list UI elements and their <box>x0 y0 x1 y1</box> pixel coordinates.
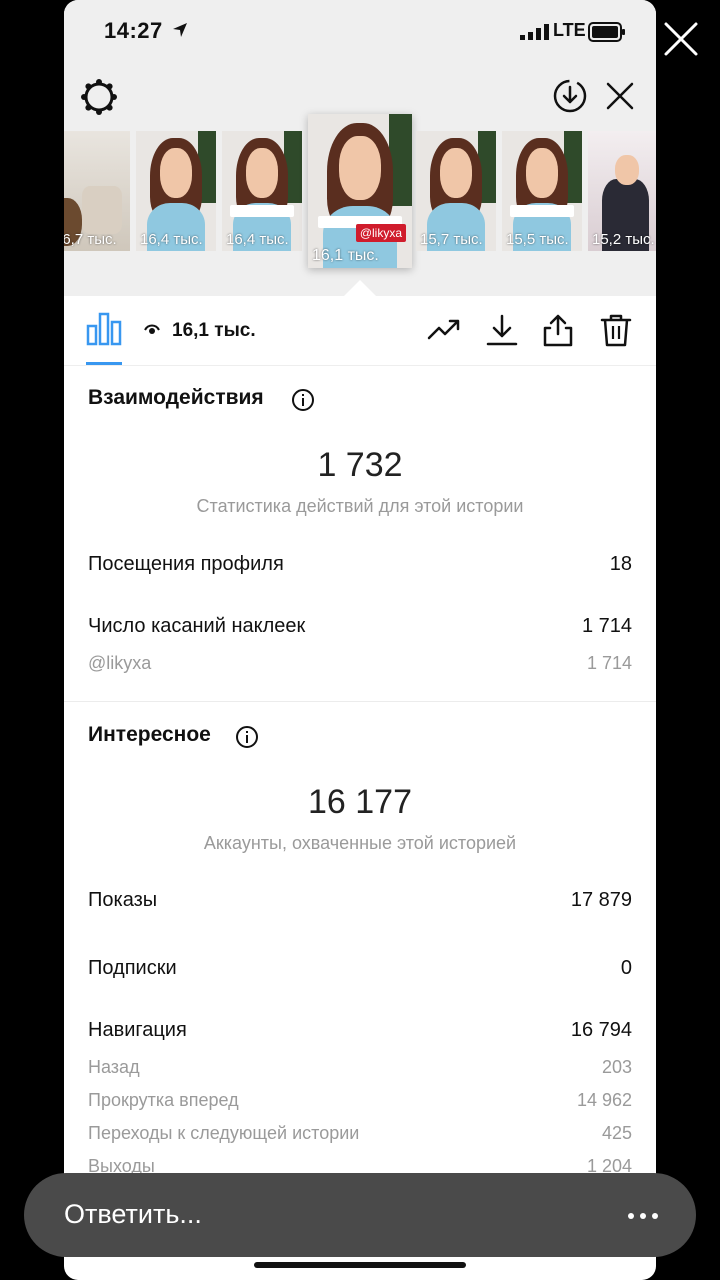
discovery-total: 16 177 <box>308 783 412 821</box>
navigation-label: Навигация <box>88 1019 187 1041</box>
thumbnail-views: 15,7 тыс. <box>420 231 483 248</box>
trending-icon[interactable] <box>426 312 462 348</box>
interactions-total: 1 732 <box>317 446 403 484</box>
story-thumbnail-active[interactable]: @likyxa 16,1 тыс. <box>308 114 412 268</box>
signal-icon <box>520 24 549 40</box>
story-thumbnail[interactable]: 16,4 тыс. <box>222 131 302 251</box>
follows-label: Подписки <box>88 957 177 979</box>
follows-value: 0 <box>620 957 632 979</box>
share-icon[interactable] <box>540 312 576 348</box>
settings-gear-icon[interactable] <box>80 78 118 116</box>
story-views-count: 16,1 тыс. <box>172 320 256 341</box>
info-icon[interactable] <box>235 725 259 749</box>
story-thumbnail[interactable]: 15,7 тыс. <box>416 131 496 251</box>
reply-bar[interactable]: Ответить... <box>24 1173 696 1257</box>
outer-close-icon[interactable] <box>660 18 702 60</box>
mention-sticker: @likyxa <box>355 224 406 242</box>
reply-input[interactable]: Ответить... <box>64 1199 202 1230</box>
thumbnail-views: 16,7 тыс. <box>64 231 117 248</box>
next-story-label: Переходы к следующей истории <box>88 1123 360 1143</box>
back-label: Назад <box>88 1057 140 1077</box>
sticker-taps-label: Число касаний наклеек <box>88 615 306 637</box>
story-insights-screen: 14:27 LTE 6,7 тыс. 16,4 тыс. 16,4 тыс. @… <box>64 0 656 1280</box>
interactions-title: Взаимодействия <box>88 386 264 409</box>
status-time: 14:27 <box>104 18 163 43</box>
location-arrow-icon <box>173 23 187 37</box>
interactions-subtitle: Статистика действий для этой истории <box>196 496 524 516</box>
story-thumbnails: 16,7 тыс. 16,4 тыс. 16,4 тыс. @likyxa 16… <box>64 114 656 274</box>
story-thumbnail[interactable]: 16,4 тыс. <box>136 131 216 251</box>
sticker-taps-value: 1 714 <box>581 615 632 637</box>
story-thumbnail[interactable]: 15,5 тыс. <box>502 131 582 251</box>
story-carousel-area: 14:27 LTE 6,7 тыс. 16,4 тыс. 16,4 тыс. @… <box>64 0 656 296</box>
home-indicator <box>254 1262 466 1268</box>
discovery-title: Интересное <box>88 723 211 746</box>
discovery-subtitle: Аккаунты, охваченные этой историей <box>203 833 517 853</box>
section-divider <box>64 701 656 702</box>
active-tab-indicator <box>86 362 122 365</box>
impressions-label: Показы <box>88 889 158 911</box>
archive-download-icon[interactable] <box>552 78 588 114</box>
sticker-mention-value: 1 714 <box>586 653 632 673</box>
thumbnail-views: 16,1 тыс. <box>312 247 379 264</box>
status-bar: 14:27 LTE <box>64 0 656 64</box>
thumbnail-views: 16,4 тыс. <box>140 231 203 248</box>
battery-icon <box>588 22 625 42</box>
impressions-value: 17 879 <box>570 889 632 911</box>
thumbnail-views: 15,2 тыс. <box>592 231 655 248</box>
insights-bar-chart-icon[interactable] <box>86 312 122 346</box>
close-icon[interactable] <box>604 80 636 112</box>
navigation-value: 16 794 <box>570 1019 632 1041</box>
profile-visits-value: 18 <box>609 553 632 575</box>
thumbnail-views: 16,4 тыс. <box>226 231 289 248</box>
forward-label: Прокрутка вперед <box>88 1090 239 1110</box>
story-thumbnail[interactable]: 15,2 тыс. <box>588 131 656 251</box>
network-label: LTE <box>553 20 586 40</box>
info-icon[interactable] <box>291 388 315 412</box>
profile-visits-label: Посещения профиля <box>88 553 284 575</box>
insights-toolbar: 16,1 тыс. <box>64 296 656 366</box>
sticker-mention-label: @likyxa <box>88 653 152 673</box>
back-value: 203 <box>601 1057 632 1077</box>
download-icon[interactable] <box>484 312 520 348</box>
eye-icon <box>144 324 160 334</box>
trash-icon[interactable] <box>598 312 634 348</box>
story-thumbnail[interactable]: 16,7 тыс. <box>64 131 130 251</box>
thumbnail-views: 15,5 тыс. <box>506 231 569 248</box>
next-story-value: 425 <box>601 1123 632 1143</box>
forward-value: 14 962 <box>576 1090 632 1110</box>
active-story-pointer <box>344 280 376 296</box>
more-options-icon[interactable] <box>628 1213 658 1219</box>
